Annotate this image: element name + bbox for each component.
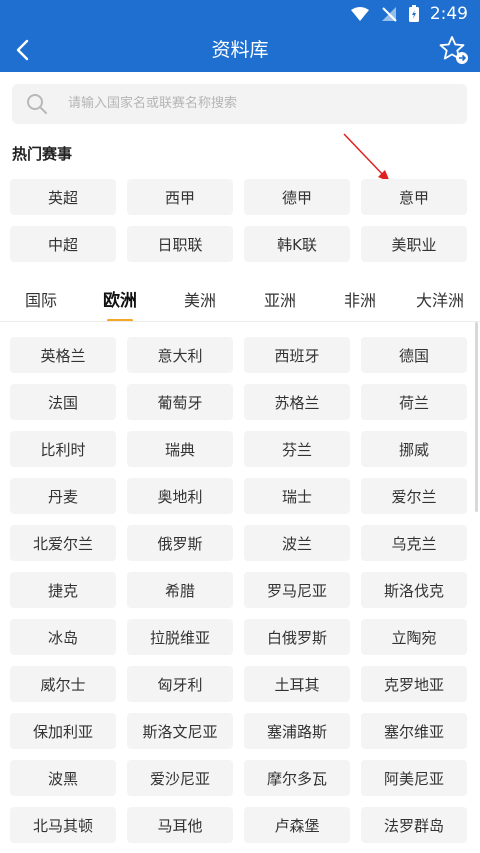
- country-item[interactable]: 威尔士: [10, 666, 116, 702]
- hot-league-item[interactable]: 日职联: [127, 226, 233, 262]
- country-item[interactable]: 瑞典: [127, 431, 233, 467]
- country-item[interactable]: 葡萄牙: [127, 384, 233, 420]
- hot-league-item[interactable]: 德甲: [244, 179, 350, 215]
- hot-leagues-grid: 英超 西甲 德甲 意甲 中超 日职联 韩K联 美职业: [10, 179, 470, 262]
- country-item[interactable]: 俄罗斯: [127, 525, 233, 561]
- country-item[interactable]: 塞尔维亚: [361, 713, 467, 749]
- country-item[interactable]: 卢森堡: [244, 807, 350, 843]
- country-item[interactable]: 波兰: [244, 525, 350, 561]
- region-tabs: 国际 欧洲 美洲 亚洲 非洲 大洋洲: [0, 284, 480, 324]
- country-item[interactable]: 北爱尔兰: [10, 525, 116, 561]
- country-item[interactable]: 法罗群岛: [361, 807, 467, 843]
- country-item[interactable]: 波黑: [10, 760, 116, 796]
- country-item[interactable]: 荷兰: [361, 384, 467, 420]
- hot-league-item[interactable]: 美职业: [361, 226, 467, 262]
- tab-international[interactable]: 国际: [6, 284, 76, 320]
- country-item[interactable]: 爱尔兰: [361, 478, 467, 514]
- battery-icon: [408, 5, 419, 22]
- country-item[interactable]: 拉脱维亚: [127, 619, 233, 655]
- country-item[interactable]: 意大利: [127, 337, 233, 373]
- app-bar: 资料库: [0, 28, 480, 72]
- country-item[interactable]: 保加利亚: [10, 713, 116, 749]
- country-item[interactable]: 乌克兰: [361, 525, 467, 561]
- hot-league-item[interactable]: 意甲: [361, 179, 467, 215]
- hot-league-item[interactable]: 中超: [10, 226, 116, 262]
- country-item[interactable]: 塞浦路斯: [244, 713, 350, 749]
- country-item[interactable]: 冰岛: [10, 619, 116, 655]
- country-item[interactable]: 阿美尼亚: [361, 760, 467, 796]
- country-item[interactable]: 立陶宛: [361, 619, 467, 655]
- search-input[interactable]: 请输入国家名或联赛名称搜索: [12, 84, 467, 124]
- country-item[interactable]: 芬兰: [244, 431, 350, 467]
- country-item[interactable]: 斯洛文尼亚: [127, 713, 233, 749]
- country-item[interactable]: 匈牙利: [127, 666, 233, 702]
- country-item[interactable]: 斯洛伐克: [361, 572, 467, 608]
- country-item[interactable]: 摩尔多瓦: [244, 760, 350, 796]
- tab-divider: [0, 321, 480, 322]
- country-item[interactable]: 法国: [10, 384, 116, 420]
- search-placeholder: 请输入国家名或联赛名称搜索: [68, 96, 238, 111]
- hot-section-title: 热门赛事: [12, 145, 73, 163]
- tab-europe[interactable]: 欧洲: [85, 284, 155, 322]
- country-item[interactable]: 苏格兰: [244, 384, 350, 420]
- country-item[interactable]: 丹麦: [10, 478, 116, 514]
- country-item[interactable]: 希腊: [127, 572, 233, 608]
- country-item[interactable]: 奥地利: [127, 478, 233, 514]
- page-title: 资料库: [211, 39, 269, 61]
- country-item[interactable]: 土耳其: [244, 666, 350, 702]
- tab-oceania[interactable]: 大洋洲: [404, 284, 476, 320]
- tab-africa[interactable]: 非洲: [325, 284, 395, 320]
- tab-americas[interactable]: 美洲: [165, 284, 235, 320]
- favorite-star-icon[interactable]: [438, 34, 470, 66]
- country-item[interactable]: 北马其顿: [10, 807, 116, 843]
- hot-league-item[interactable]: 西甲: [127, 179, 233, 215]
- country-item[interactable]: 捷克: [10, 572, 116, 608]
- hot-league-item[interactable]: 韩K联: [244, 226, 350, 262]
- scrollbar[interactable]: [475, 322, 478, 512]
- status-bar: 2:49: [0, 0, 480, 28]
- country-item[interactable]: 爱沙尼亚: [127, 760, 233, 796]
- tab-asia[interactable]: 亚洲: [245, 284, 315, 320]
- hot-league-item[interactable]: 英超: [10, 179, 116, 215]
- country-item[interactable]: 英格兰: [10, 337, 116, 373]
- search-icon: [27, 94, 47, 114]
- country-grid: 英格兰 意大利 西班牙 德国法国 葡萄牙 苏格兰 荷兰比利时 瑞典 芬兰 挪威丹麦 奥地利 瑞士 爱尔兰…: [10, 337, 470, 843]
- status-time: 2:49: [429, 4, 468, 24]
- country-item[interactable]: 瑞士: [244, 478, 350, 514]
- country-item[interactable]: 比利时: [10, 431, 116, 467]
- country-item[interactable]: 白俄罗斯: [244, 619, 350, 655]
- country-item[interactable]: 罗马尼亚: [244, 572, 350, 608]
- no-signal-icon: [381, 7, 397, 22]
- wifi-icon: [350, 7, 369, 21]
- country-item[interactable]: 克罗地亚: [361, 666, 467, 702]
- country-item[interactable]: 德国: [361, 337, 467, 373]
- country-item[interactable]: 西班牙: [244, 337, 350, 373]
- country-item[interactable]: 马耳他: [127, 807, 233, 843]
- country-item[interactable]: 挪威: [361, 431, 467, 467]
